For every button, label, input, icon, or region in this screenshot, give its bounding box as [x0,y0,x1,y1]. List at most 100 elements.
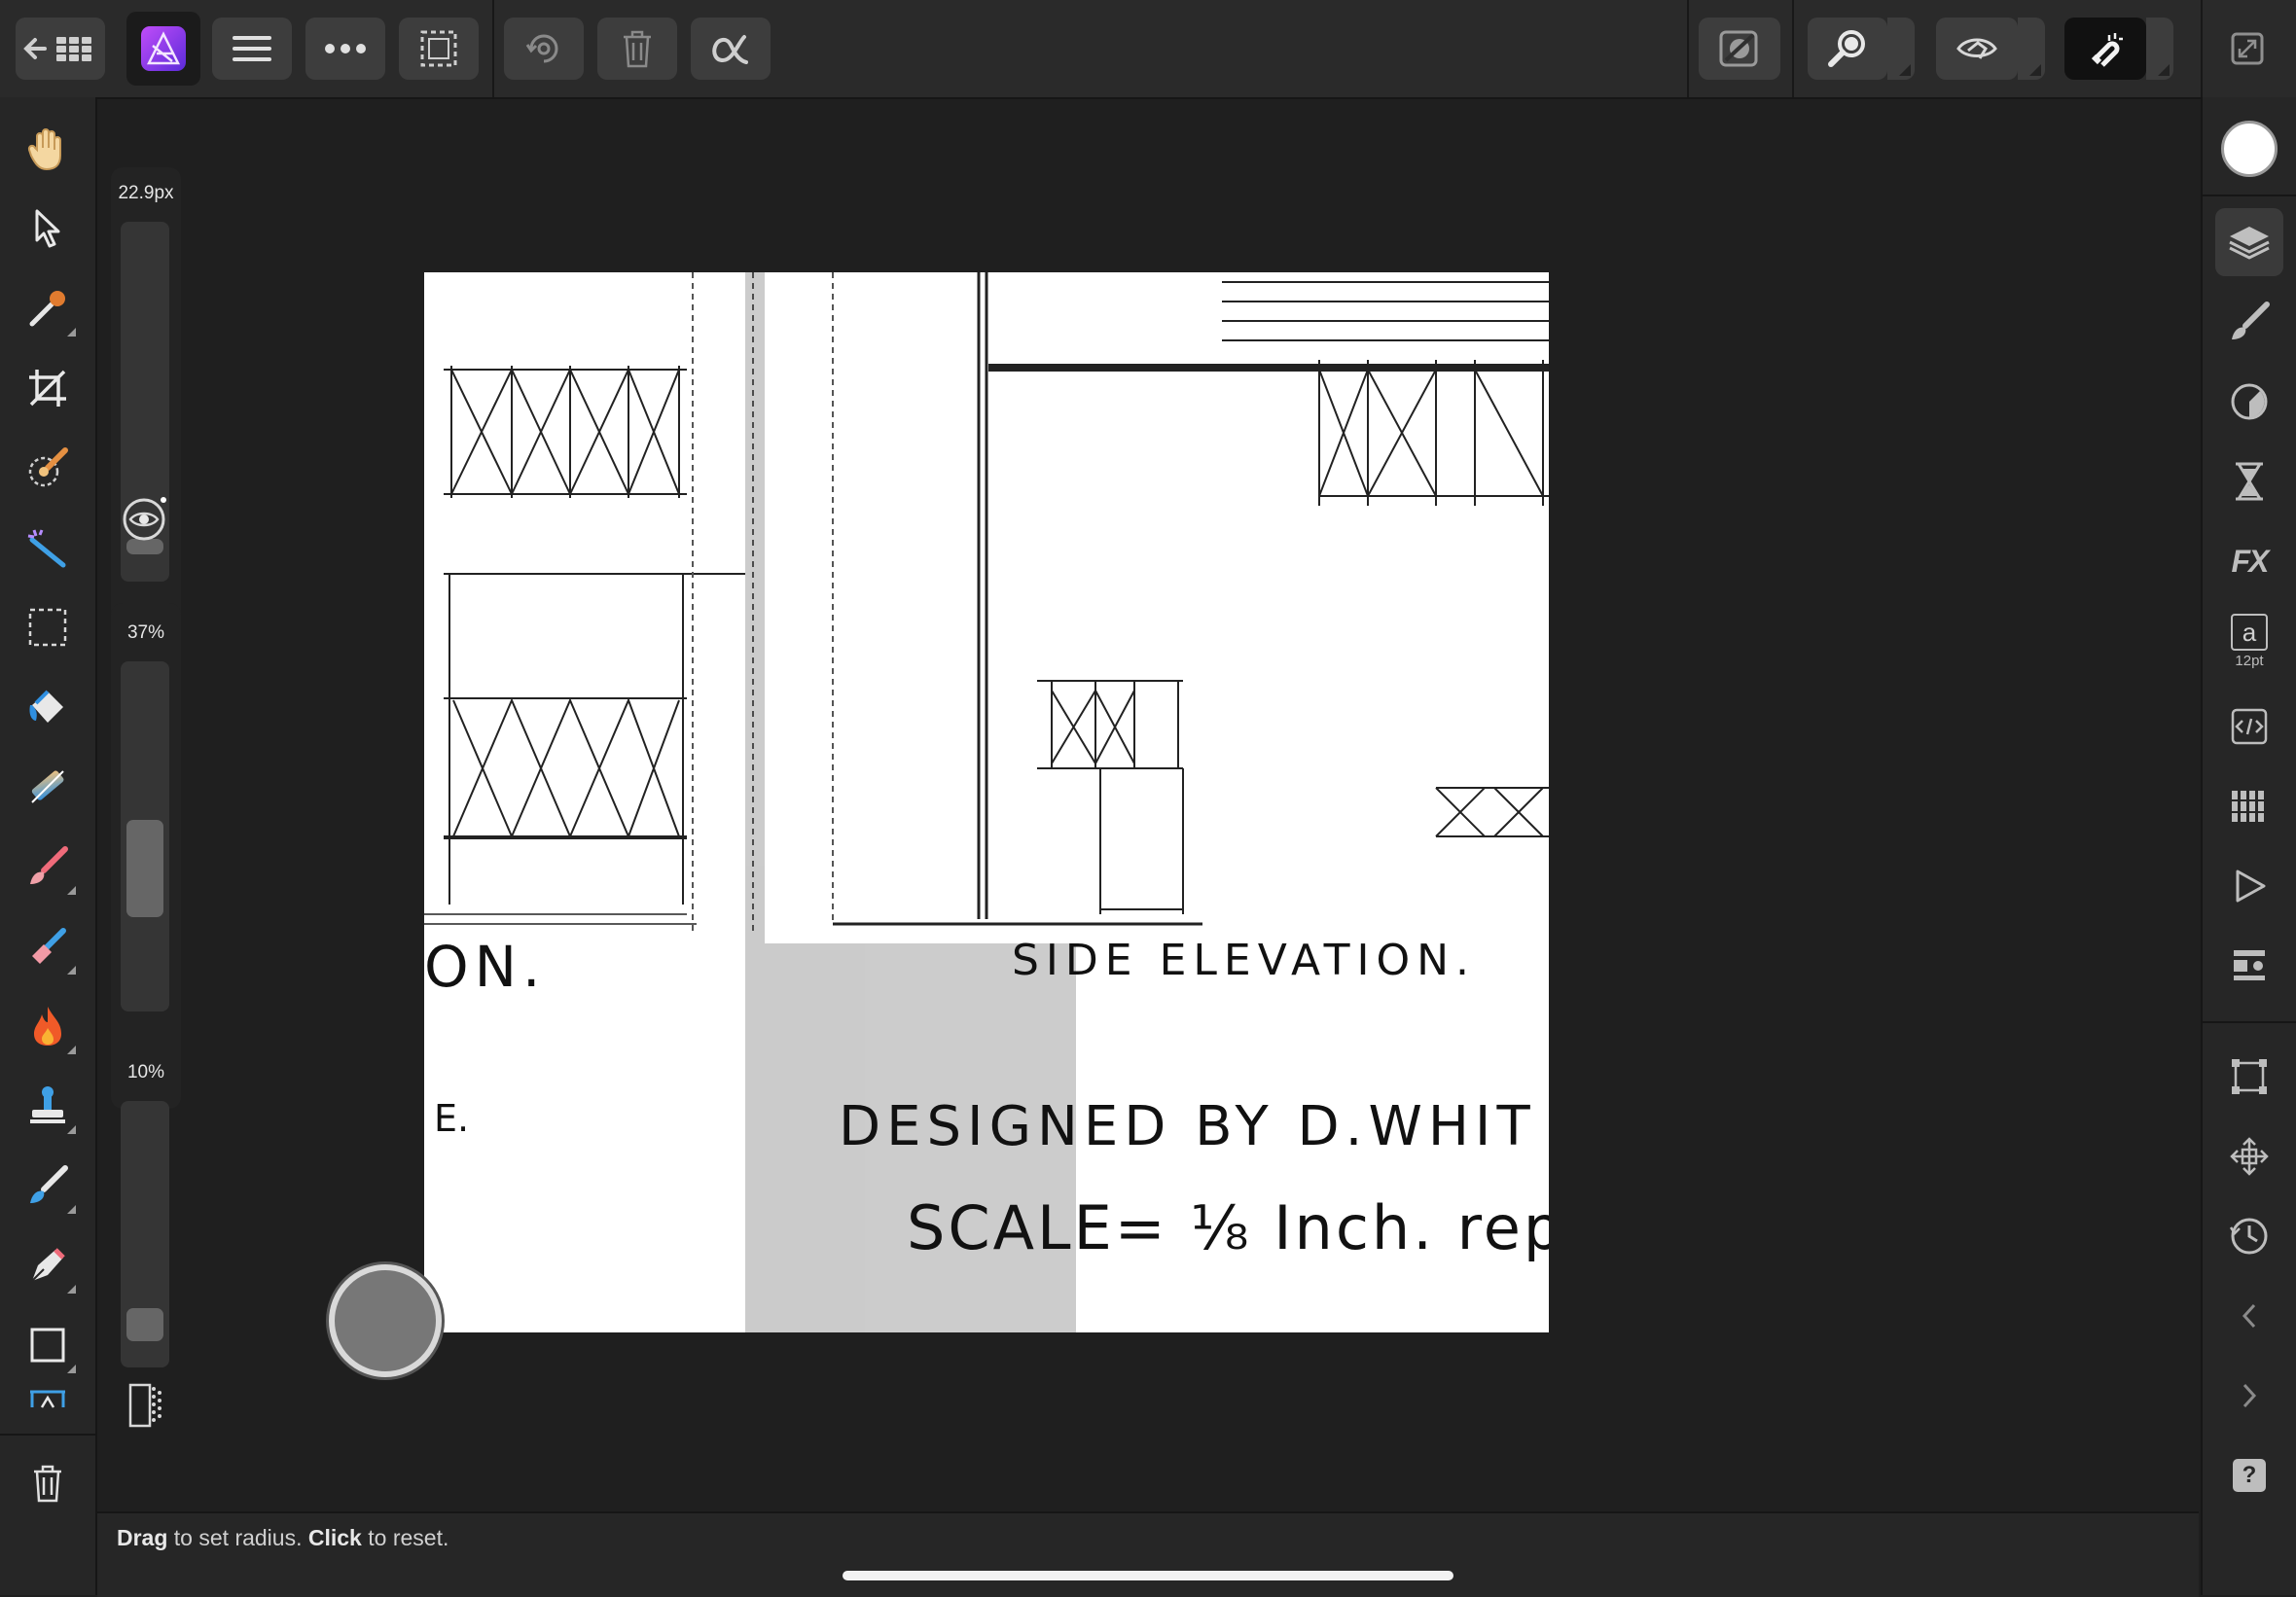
rectangular-marquee-tool[interactable] [14,593,82,661]
fullscreen-button[interactable] [2216,18,2278,80]
affinity-photo-logo-icon [141,26,186,71]
pen-tool[interactable] [14,1231,82,1299]
clone-brush-tool[interactable] [14,1072,82,1140]
delete-layer-tool[interactable] [14,1449,82,1517]
opacity-slider[interactable] [121,661,169,1011]
back-grid-icon [23,37,91,61]
smudge-brush-tool[interactable] [14,1152,82,1220]
marquee-icon [420,30,457,67]
help-label: ? [2242,1462,2257,1488]
crop-tool[interactable] [14,354,82,422]
layers-studio[interactable] [2215,208,2283,276]
alpha-icon [712,35,748,64]
brushes-studio[interactable] [2215,288,2283,356]
paint-brush-tool[interactable] [14,833,82,901]
adjustments-studio[interactable] [2215,368,2283,436]
flood-fill-icon [29,690,63,723]
gear-rotate-icon [525,34,558,63]
smudge-icon [30,1165,68,1203]
move-tool[interactable] [14,195,82,263]
toolbar-separator [492,0,494,97]
hint-click: Click [307,1525,362,1550]
rectangle-icon [30,1328,65,1363]
flow-slider[interactable] [121,1101,169,1367]
selection-brush-tool[interactable] [14,434,82,502]
menu-button[interactable] [212,18,292,80]
tool-flyout-indicator [67,1125,76,1134]
pointer-icon [35,209,60,248]
collapse-left[interactable] [2215,1282,2283,1350]
studio-divider [2203,195,2296,196]
tools-divider [0,1434,95,1436]
burn-brush-tool[interactable] [14,992,82,1060]
context-toolbar: 22.9px 37% 10% [97,97,191,1439]
gradient-tool[interactable] [14,753,82,821]
fx-studio[interactable]: FX [2215,527,2283,595]
flow-slider-knob[interactable] [126,1307,163,1341]
tool-flyout-indicator [67,328,76,337]
tool-hint: Drag to set radius. Click to reset. [117,1525,448,1551]
move-studio[interactable] [2215,1122,2283,1190]
zoom-button[interactable] [1808,18,1915,80]
layers-icon [2229,227,2270,260]
quick-mask-button[interactable] [1699,18,1780,80]
tool-flyout-indicator [67,1365,76,1373]
brush-options-button[interactable] [126,1381,165,1430]
more-button[interactable] [305,18,385,80]
scale-label: SCALE= ⅛ Inch. repro [907,1192,1549,1263]
eye-hand-icon [1956,38,1997,59]
toolbar-separator [1687,0,1689,97]
pressure-eye-icon [123,497,166,541]
back-to-gallery-button[interactable] [16,18,105,80]
opacity-slider-knob[interactable] [126,819,163,917]
pen-nib-icon [31,1248,65,1282]
toolbar-separator [2201,0,2203,97]
gradient-icon [31,770,64,803]
brush-cursor[interactable] [329,1264,442,1377]
macros-studio[interactable] [2215,692,2283,761]
play-studio[interactable] [2215,852,2283,920]
perspective-tool[interactable] [14,1377,82,1416]
selection-brush-icon [28,447,68,487]
alpha-button[interactable] [691,18,771,80]
text-a-label: a [2242,617,2257,647]
erase-brush-tool[interactable] [14,912,82,980]
snapping-button[interactable] [2064,18,2173,80]
text-studio[interactable]: a 12pt [2215,607,2283,675]
hand-tool[interactable] [14,115,82,183]
affinity-photo-logo-button[interactable] [126,12,200,86]
collapse-right[interactable] [2215,1362,2283,1430]
rectangle-tool[interactable] [14,1311,82,1379]
transform-icon [2232,1059,2267,1094]
undo-history-button[interactable] [504,18,584,80]
magic-wand-icon [27,529,66,568]
history-clock[interactable] [2215,1202,2283,1270]
text-size-label: 12pt [2235,652,2264,669]
channels-studio[interactable] [2215,772,2283,840]
selection-button[interactable] [399,18,479,80]
color-picker-tool[interactable] [14,274,82,342]
delete-button[interactable] [597,18,677,80]
view-mode-options-corner[interactable] [2018,18,2045,80]
navigator-studio[interactable] [2215,932,2283,1000]
side-elevation-label: SIDE ELEVATION. [1012,936,1477,985]
tool-flyout-indicator [67,966,76,975]
magic-wand-tool[interactable] [14,514,82,582]
snapping-options-corner[interactable] [2146,18,2173,80]
eyedropper-icon [29,291,65,327]
flood-fill-tool[interactable] [14,673,82,741]
tool-flyout-indicator [67,886,76,895]
studio-panel: FX a 12pt ? [2201,97,2296,1595]
view-mode-button[interactable] [1936,18,2045,80]
expand-icon [2231,32,2264,65]
document-canvas[interactable]: ON. E. SIDE ELEVATION. DESIGNED BY D.WHI… [424,272,1549,1332]
zoom-options-corner[interactable] [1887,18,1915,80]
home-indicator[interactable] [843,1571,1453,1580]
navigator-icon [2234,950,2265,980]
magnet-icon [2091,33,2123,67]
transform-studio[interactable] [2215,1043,2283,1111]
pressure-toggle[interactable] [121,492,171,543]
color-studio[interactable] [2215,115,2283,183]
help[interactable]: ? [2215,1441,2283,1509]
history-studio[interactable] [2215,447,2283,515]
